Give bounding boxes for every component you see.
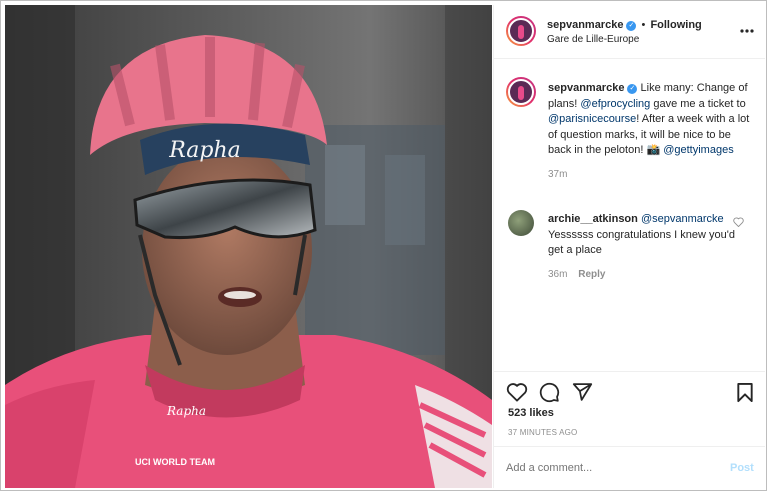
mention-link[interactable]: @parisnicecourse bbox=[548, 113, 636, 125]
commenter-username[interactable]: archie__atkinson bbox=[548, 213, 638, 225]
author-avatar[interactable] bbox=[506, 16, 536, 46]
reply-button[interactable]: Reply bbox=[578, 269, 605, 280]
comment-time: 36m bbox=[548, 268, 568, 280]
helmet-logo: Rapha bbox=[168, 138, 241, 163]
post-photo[interactable]: Rapha Rapha UCI WORLD TEAM bbox=[5, 5, 492, 488]
mention-link[interactable]: @gettyimages bbox=[663, 144, 733, 156]
caption-avatar[interactable] bbox=[506, 77, 536, 107]
save-bookmark-icon[interactable] bbox=[736, 382, 754, 403]
caption-username[interactable]: sepvanmarcke bbox=[548, 82, 624, 94]
post-location[interactable]: Gare de Lille-Europe bbox=[547, 34, 639, 45]
following-button[interactable]: Following bbox=[650, 19, 701, 31]
author-username[interactable]: sepvanmarcke bbox=[547, 19, 623, 31]
like-icon[interactable] bbox=[506, 382, 528, 402]
commenter-avatar[interactable] bbox=[508, 210, 534, 236]
cyclist-photo: Rapha Rapha UCI WORLD TEAM bbox=[5, 5, 492, 488]
likes-count[interactable]: 523 likes bbox=[508, 407, 554, 419]
add-comment-bar: Post bbox=[494, 446, 765, 488]
verified-badge-icon: ✓ bbox=[627, 84, 638, 94]
mention-link[interactable]: @sepvanmarcke bbox=[641, 213, 724, 225]
more-options-icon[interactable] bbox=[740, 25, 754, 33]
verified-badge-icon: ✓ bbox=[626, 21, 637, 31]
post-timestamp[interactable]: 37 MINUTES AGO bbox=[508, 428, 577, 437]
post-header: sepvanmarcke ✓ • Following Gare de Lille-… bbox=[494, 5, 765, 59]
comment-text: Yessssss congratulations I knew you'd ge… bbox=[548, 228, 735, 257]
comment-like-icon[interactable] bbox=[733, 217, 744, 228]
share-icon[interactable] bbox=[572, 382, 593, 402]
post-caption: sepvanmarcke ✓ Like many: Change of plans… bbox=[548, 81, 753, 182]
post-side-panel: sepvanmarcke ✓ • Following Gare de Lille-… bbox=[493, 5, 765, 488]
add-comment-input[interactable] bbox=[506, 459, 706, 477]
post-comment-button[interactable]: Post bbox=[730, 462, 754, 474]
comment-item: archie__atkinson @sepvanmarcke Yessssss … bbox=[548, 212, 738, 282]
comment-icon[interactable] bbox=[539, 382, 560, 403]
separator-dot: • bbox=[641, 19, 646, 31]
uci-badge: UCI WORLD TEAM bbox=[135, 457, 215, 467]
caption-text: gave me a ticket to bbox=[653, 97, 746, 110]
comment-meta: 36m Reply bbox=[548, 267, 738, 283]
sleeve-logo: Rapha bbox=[166, 404, 206, 418]
mention-link[interactable]: @efprocycling bbox=[580, 98, 650, 110]
caption-time[interactable]: 37m bbox=[548, 167, 753, 183]
instagram-post-window: Rapha Rapha UCI WORLD TEAM sepvanmarcke ✓… bbox=[0, 0, 767, 491]
